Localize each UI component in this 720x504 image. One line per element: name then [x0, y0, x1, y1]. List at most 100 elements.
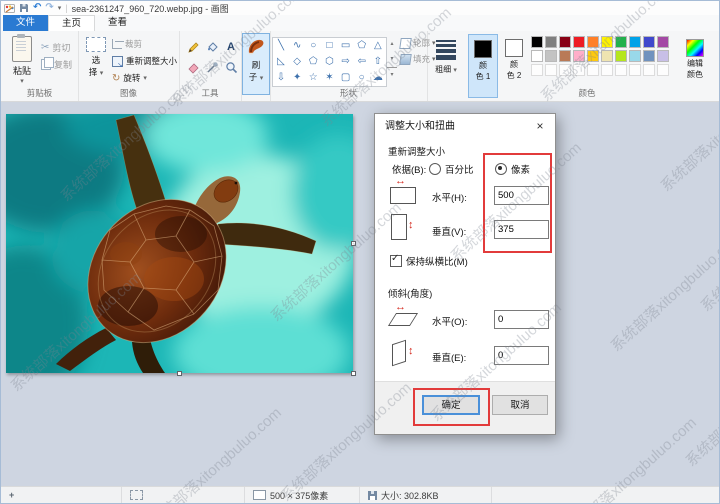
tab-file[interactable]: 文件 — [3, 15, 49, 31]
canvas-handle-right[interactable] — [351, 241, 356, 246]
palette-swatch[interactable] — [629, 36, 641, 48]
paste-button[interactable]: 粘贴 ▾ — [8, 34, 36, 85]
h-skew-icon — [387, 313, 419, 326]
palette-swatch[interactable] — [629, 50, 641, 62]
text-tool[interactable]: A — [223, 39, 239, 55]
edit-colors-button[interactable]: 编辑 颜色 — [683, 35, 707, 80]
horizontal-input[interactable] — [494, 186, 549, 205]
shapes-scroll-up-icon[interactable]: ▴ — [387, 37, 397, 52]
canvas[interactable] — [1, 96, 384, 402]
shape-down-arrow[interactable]: ⇩ — [273, 70, 289, 85]
palette-swatch[interactable] — [601, 36, 613, 48]
undo-icon[interactable]: ↶ — [33, 2, 41, 14]
eraser-tool[interactable] — [185, 59, 201, 75]
shape-oval-callout[interactable]: ○ — [354, 70, 370, 85]
crop-button[interactable]: 裁剪 — [112, 37, 142, 51]
shape-five-point-star[interactable]: ☆ — [305, 70, 321, 85]
palette-swatch[interactable] — [601, 50, 613, 62]
qat-dropdown-icon[interactable]: ▾ — [58, 4, 62, 12]
palette-empty-slot[interactable] — [657, 64, 669, 76]
ok-button[interactable]: 确定 — [422, 395, 480, 415]
v-skew-icon — [392, 339, 406, 367]
v-resize-arrow-icon: ↕ — [408, 219, 414, 231]
palette-swatch[interactable] — [531, 36, 543, 48]
shape-six-point-star[interactable]: ✶ — [321, 70, 337, 85]
tab-home[interactable]: 主页 — [48, 15, 96, 31]
palette-swatch[interactable] — [643, 50, 655, 62]
palette-swatch[interactable] — [587, 36, 599, 48]
palette-empty-slot[interactable] — [601, 64, 613, 76]
shape-hexagon[interactable]: ⬡ — [321, 54, 337, 69]
cancel-button[interactable]: 取消 — [492, 395, 548, 415]
palette-empty-slot[interactable] — [531, 64, 543, 76]
shape-cloud-callout[interactable]: ☁ — [370, 70, 386, 85]
fill-tool[interactable] — [204, 39, 220, 55]
eyedropper-tool[interactable] — [204, 59, 220, 75]
cut-icon: ✂ — [41, 41, 50, 53]
shape-right-arrow[interactable]: ⇨ — [338, 54, 354, 69]
palette-empty-slot[interactable] — [545, 64, 557, 76]
palette-empty-slot[interactable] — [629, 64, 641, 76]
palette-empty-slot[interactable] — [643, 64, 655, 76]
tab-view[interactable]: 查看 — [95, 15, 140, 31]
shapes-scroll-down-icon[interactable]: ▾ — [387, 52, 397, 67]
palette-swatch[interactable] — [545, 50, 557, 62]
vertical-input[interactable] — [494, 220, 549, 239]
shape-line[interactable]: ╲ — [273, 38, 289, 53]
shape-rounded-callout[interactable]: ▢ — [338, 70, 354, 85]
palette-swatch[interactable] — [615, 50, 627, 62]
status-bar: + 500 × 375像素 大小: 302.8KB — [1, 486, 719, 503]
palette-empty-slot[interactable] — [587, 64, 599, 76]
shape-polygon[interactable]: ⬠ — [354, 38, 370, 53]
shape-left-arrow[interactable]: ⇦ — [354, 54, 370, 69]
pencil-tool[interactable] — [185, 39, 201, 55]
shape-curve[interactable]: ∿ — [289, 38, 305, 53]
color1-swatch — [474, 40, 492, 58]
shape-rounded-rectangle[interactable]: ▭ — [338, 38, 354, 53]
resize-button[interactable]: 重新调整大小 — [112, 54, 177, 69]
cut-button[interactable]: ✂ 剪切 — [41, 40, 70, 54]
size-button[interactable]: 粗细 ▾ — [432, 38, 460, 75]
shapes-more-icon[interactable]: ▾ — [387, 67, 397, 83]
shape-right-triangle[interactable]: ◺ — [273, 54, 289, 69]
shape-rectangle[interactable]: □ — [321, 38, 337, 53]
shape-four-point-star[interactable]: ✦ — [289, 70, 305, 85]
status-selection-segment — [121, 487, 244, 503]
palette-swatch[interactable] — [587, 50, 599, 62]
brushes-button[interactable]: 刷 子 ▾ — [242, 33, 270, 95]
palette-swatch[interactable] — [643, 36, 655, 48]
save-icon[interactable] — [19, 3, 29, 13]
palette-swatch[interactable] — [531, 50, 543, 62]
copy-button[interactable]: 复制 — [41, 56, 72, 71]
palette-empty-slot[interactable] — [615, 64, 627, 76]
palette-empty-slot[interactable] — [559, 64, 571, 76]
palette-swatch[interactable] — [657, 50, 669, 62]
skew-vertical-input[interactable] — [494, 346, 549, 365]
palette-swatch[interactable] — [559, 36, 571, 48]
palette-swatch[interactable] — [545, 36, 557, 48]
select-button[interactable]: 选 择 ▾ — [83, 37, 109, 78]
shape-pentagon[interactable]: ⬠ — [305, 54, 321, 69]
shape-diamond[interactable]: ◇ — [289, 54, 305, 69]
palette-swatch[interactable] — [573, 50, 585, 62]
radio-pixels[interactable]: 像素 — [495, 162, 530, 176]
canvas-handle-corner[interactable] — [351, 371, 356, 376]
palette-swatch[interactable] — [657, 36, 669, 48]
canvas-handle-bottom[interactable] — [177, 371, 182, 376]
skew-horizontal-input[interactable] — [494, 310, 549, 329]
aspect-ratio-checkbox[interactable]: ✓ 保持纵横比(M) — [390, 253, 468, 268]
rotate-button[interactable]: ↻ 旋转 ▾ — [112, 71, 147, 85]
radio-percentage[interactable]: 百分比 — [429, 162, 474, 176]
palette-swatch[interactable] — [615, 36, 627, 48]
palette-swatch[interactable] — [559, 50, 571, 62]
dialog-close-button[interactable]: × — [525, 114, 555, 139]
magnifier-tool[interactable] — [223, 59, 239, 75]
group-image: 选 择 ▾ 裁剪 重新调整大小 ↻ 旋转 ▾ 图像 — [78, 31, 180, 101]
shape-up-arrow[interactable]: ⇧ — [370, 54, 386, 69]
shape-oval[interactable]: ○ — [305, 38, 321, 53]
shape-triangle[interactable]: △ — [370, 38, 386, 53]
fill-icon — [207, 41, 218, 52]
redo-icon[interactable]: ↷ — [45, 2, 53, 14]
palette-empty-slot[interactable] — [573, 64, 585, 76]
palette-swatch[interactable] — [573, 36, 585, 48]
